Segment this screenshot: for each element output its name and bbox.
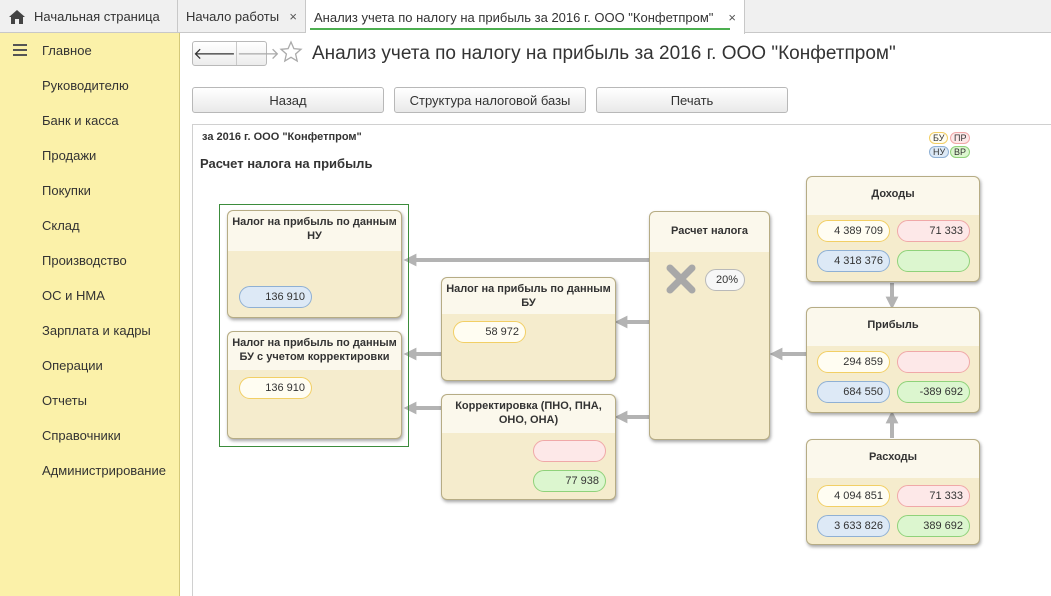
value-pr [533,440,606,462]
card-title: Налог на прибыль по данным БУ [442,278,615,314]
card-tax-nu[interactable]: Налог на прибыль по данным НУ 136 910 [227,210,402,318]
value-nu: 136 910 [239,286,312,308]
card-title: Налог на прибыль по данным НУ [228,211,401,251]
value-bu: 4 094 851 [817,485,890,507]
value-bu: 136 910 [239,377,312,399]
card-income[interactable]: Доходы 4 389 709 71 333 4 318 376 [806,176,980,282]
card-tax-bu[interactable]: Налог на прибыль по данным БУ 58 972 [441,277,616,381]
card-title: Расчет налога [650,212,769,252]
value-vr: 77 938 [533,470,606,492]
tax-rate: 20% [705,269,745,291]
cross-icon [666,264,696,294]
card-title: Налог на прибыль по данным БУ с учетом к… [228,332,401,370]
card-title: Прибыль [807,308,979,346]
value-bu: 58 972 [453,321,526,343]
card-profit[interactable]: Прибыль 294 859 684 550 -389 692 [806,307,980,413]
value-bu: 294 859 [817,351,890,373]
card-tax-calculation[interactable]: Расчет налога 20% [649,211,770,440]
card-title: Корректировка (ПНО, ПНА, ОНО, ОНА) [442,395,615,433]
card-title: Доходы [807,177,979,215]
value-nu: 684 550 [817,381,890,403]
value-vr [897,250,970,272]
value-pr: 71 333 [897,485,970,507]
value-nu: 3 633 826 [817,515,890,537]
card-title: Расходы [807,440,979,478]
value-pr [897,351,970,373]
value-bu: 4 389 709 [817,220,890,242]
value-vr: 389 692 [897,515,970,537]
card-expenses[interactable]: Расходы 4 094 851 71 333 3 633 826 389 6… [806,439,980,545]
value-pr: 71 333 [897,220,970,242]
card-tax-bu-corrected[interactable]: Налог на прибыль по данным БУ с учетом к… [227,331,402,439]
value-vr: -389 692 [897,381,970,403]
card-correction[interactable]: Корректировка (ПНО, ПНА, ОНО, ОНА) 77 93… [441,394,616,500]
value-nu: 4 318 376 [817,250,890,272]
